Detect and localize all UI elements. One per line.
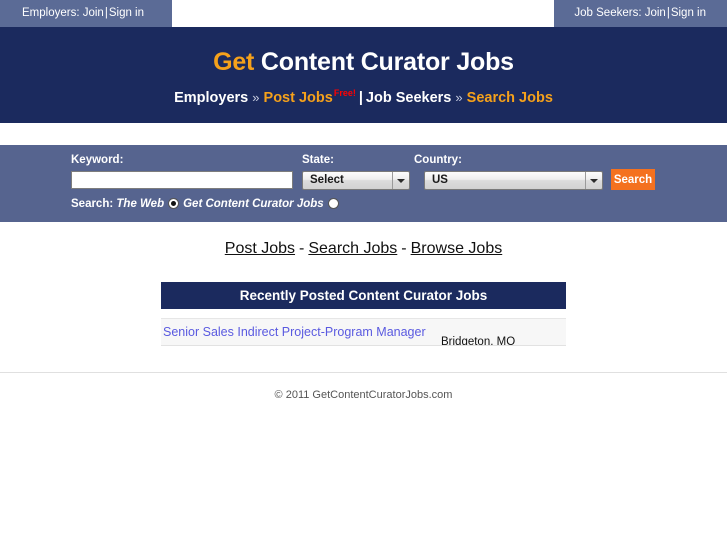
masthead-nav-divider: | [358, 89, 363, 106]
state-label: State: [302, 154, 334, 166]
search-scope-label: Search: [71, 198, 114, 210]
midnav-browse-jobs-link[interactable]: Browse Jobs [411, 240, 503, 257]
scope-radio-site[interactable] [327, 198, 339, 209]
page-root: Employers: Join|Sign in Job Seekers: Joi… [0, 0, 727, 545]
free-badge: Free! [333, 88, 356, 98]
top-account-bar: Employers: Join|Sign in Job Seekers: Joi… [0, 0, 727, 27]
chevron-down-icon-country[interactable] [585, 172, 602, 189]
scope-option-site-label: Get Content Curator Jobs [183, 198, 324, 210]
country-select[interactable]: US [424, 171, 603, 190]
keyword-input[interactable] [71, 171, 293, 189]
midnav-search-jobs-link[interactable]: Search Jobs [308, 240, 397, 257]
employers-account-tab[interactable]: Employers: Join|Sign in [0, 0, 172, 27]
search-button[interactable]: Search [611, 169, 655, 190]
search-panel-row: Keyword: State: Select Country: US Searc… [0, 145, 727, 222]
job-location: Bridgeton, MO [441, 336, 516, 345]
site-masthead: Get Content Curator Jobs Employers » Pos… [0, 27, 727, 123]
search-panel: Keyword: State: Select Country: US Searc… [0, 145, 727, 222]
masthead-employers-label: Employers [174, 89, 249, 106]
job-title-link[interactable]: Senior Sales Indirect Project-Program Ma… [161, 319, 441, 345]
footer-divider [0, 372, 727, 373]
recent-jobs-header: Recently Posted Content Curator Jobs [161, 282, 566, 309]
page-title: Get Content Curator Jobs [0, 27, 727, 77]
employers-join-link[interactable]: Join [83, 7, 104, 19]
chevron-right-icon-1: » [252, 89, 260, 105]
recent-jobs-list: Senior Sales Indirect Project-Program Ma… [161, 318, 566, 346]
recent-jobs-section: Recently Posted Content Curator Jobs Sen… [161, 282, 566, 346]
jobseekers-signin-link[interactable]: Sign in [671, 7, 706, 19]
jobseekers-prefix-label: Job Seekers: [574, 7, 642, 19]
state-select-value: Select [310, 174, 344, 186]
chevron-down-icon-state[interactable] [392, 172, 409, 189]
chevron-right-icon-2: » [455, 89, 463, 105]
scope-option-web-label: The Web [116, 198, 165, 210]
page-title-highlight: Get [213, 48, 255, 76]
page-title-rest: Content Curator Jobs [254, 48, 514, 76]
midnav-dash-2: - [401, 240, 407, 257]
jobseekers-account-tab[interactable]: Job Seekers: Join|Sign in [554, 0, 727, 27]
masthead-jobseekers-label: Job Seekers [365, 89, 452, 106]
midnav-dash-1: - [299, 240, 305, 257]
masthead-post-jobs-link[interactable]: Post Jobs [264, 90, 333, 106]
employers-prefix-label: Employers: [22, 7, 80, 19]
jobseekers-join-link[interactable]: Join [645, 7, 666, 19]
state-select[interactable]: Select [302, 171, 410, 190]
table-row[interactable]: Senior Sales Indirect Project-Program Ma… [161, 319, 566, 345]
search-scope-row: Search: The Web Get Content Curator Jobs [71, 198, 343, 210]
keyword-label: Keyword: [71, 154, 124, 166]
country-label: Country: [414, 154, 462, 166]
country-select-value: US [432, 174, 448, 186]
scope-radio-web[interactable] [168, 198, 180, 209]
midnav-post-jobs-link[interactable]: Post Jobs [225, 240, 295, 257]
masthead-nav: Employers » Post JobsFree! | Job Seekers »… [0, 88, 727, 106]
masthead-search-jobs-link[interactable]: Search Jobs [467, 90, 553, 106]
employers-signin-link[interactable]: Sign in [109, 7, 144, 19]
mid-nav: Post Jobs - Search Jobs - Browse Jobs [0, 240, 727, 258]
footer-copyright: © 2011 GetContentCuratorJobs.com [274, 389, 453, 401]
